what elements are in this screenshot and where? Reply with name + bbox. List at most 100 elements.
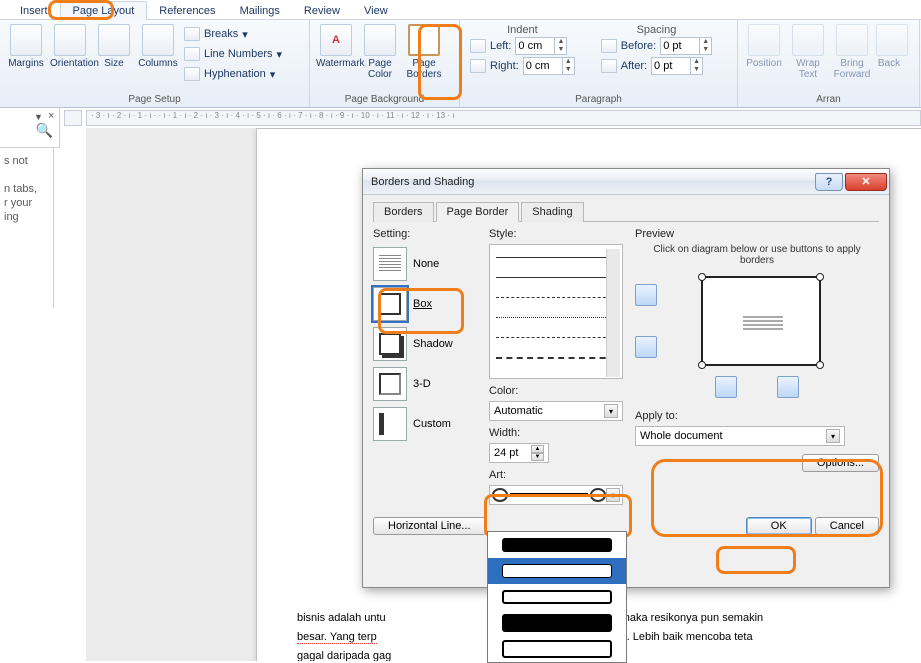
- preview-top-btn[interactable]: [635, 284, 657, 306]
- spacing-label: Spacing: [601, 24, 712, 36]
- send-back-button[interactable]: Back: [874, 22, 904, 69]
- close-nav-icon[interactable]: ×: [48, 110, 54, 122]
- indent-right-icon: [470, 59, 486, 73]
- watermark-icon: A: [320, 24, 352, 56]
- indent-left-input[interactable]: ▲▼: [515, 37, 567, 55]
- preview-diagram[interactable]: [701, 276, 821, 366]
- breaks-button[interactable]: Breaks ▾: [184, 24, 248, 44]
- color-dropdown[interactable]: Automatic▾: [489, 401, 623, 421]
- options-button[interactable]: Options...: [802, 454, 879, 472]
- size-button[interactable]: Size: [92, 22, 136, 69]
- dialog-help-button[interactable]: ?: [815, 173, 843, 191]
- right-label: Right:: [490, 60, 519, 72]
- ruler-corner: [64, 110, 82, 126]
- style-label: Style:: [489, 228, 629, 240]
- wrap-text-icon: [792, 24, 824, 56]
- orientation-icon: [54, 24, 86, 56]
- hyphenation-icon: [184, 67, 200, 81]
- dlg-tab-borders[interactable]: Borders: [373, 202, 434, 222]
- page-color-button[interactable]: Page Color: [358, 22, 402, 80]
- group-title-paragraph: Paragraph: [464, 94, 733, 107]
- columns-icon: [142, 24, 174, 56]
- art-dropdown-list[interactable]: [487, 531, 627, 663]
- setting-label: Setting:: [373, 228, 483, 240]
- hyphenation-button[interactable]: Hyphenation ▾: [184, 64, 275, 84]
- position-icon: [748, 24, 780, 56]
- line-numbers-button[interactable]: Line Numbers ▾: [184, 44, 282, 64]
- send-back-icon: [876, 24, 908, 56]
- margins-icon: [10, 24, 42, 56]
- setting-shadow[interactable]: Shadow: [373, 324, 483, 364]
- width-label: Width:: [489, 427, 629, 439]
- width-spinner[interactable]: 24 pt▲▼: [489, 443, 549, 463]
- apply-to-label: Apply to:: [635, 410, 879, 422]
- orientation-button[interactable]: Orientation: [48, 22, 92, 69]
- borders-shading-dialog: Borders and Shading ? ✕ Borders Page Bor…: [362, 168, 890, 588]
- setting-none[interactable]: None: [373, 244, 483, 284]
- page-borders-icon: [408, 24, 440, 56]
- margins-button[interactable]: Margins: [4, 22, 48, 69]
- spacing-before-input[interactable]: ▲▼: [660, 37, 712, 55]
- watermark-button[interactable]: AWatermark: [314, 22, 358, 69]
- dlg-tab-page-border[interactable]: Page Border: [436, 202, 520, 222]
- tab-mailings[interactable]: Mailings: [228, 2, 292, 19]
- before-label: Before:: [621, 40, 656, 52]
- left-label: Left:: [490, 40, 511, 52]
- color-label: Color:: [489, 385, 629, 397]
- line-numbers-icon: [184, 47, 200, 61]
- page-color-icon: [364, 24, 396, 56]
- preview-hint: Click on diagram below or use buttons to…: [645, 244, 869, 266]
- ribbon-tabs: Insert Page Layout References Mailings R…: [0, 0, 921, 20]
- style-listbox[interactable]: [489, 244, 623, 379]
- spacing-before-icon: [601, 39, 617, 53]
- horizontal-line-button[interactable]: Horizontal Line...: [373, 517, 486, 535]
- nav-pane-text: s not n tabs, r your ing: [0, 148, 54, 308]
- dialog-titlebar[interactable]: Borders and Shading ? ✕: [363, 169, 889, 195]
- tab-view[interactable]: View: [352, 2, 400, 19]
- group-title-page-setup: Page Setup: [4, 94, 305, 107]
- dialog-tabs: Borders Page Border Shading: [373, 201, 879, 222]
- wrap-text-button[interactable]: Wrap Text: [786, 22, 830, 80]
- breaks-icon: [184, 27, 200, 41]
- indent-label: Indent: [470, 24, 575, 36]
- page-borders-button[interactable]: Page Borders: [402, 22, 446, 80]
- ok-button[interactable]: OK: [746, 517, 812, 535]
- preview-left-btn[interactable]: [715, 376, 737, 398]
- tab-page-layout[interactable]: Page Layout: [60, 1, 148, 20]
- setting-custom[interactable]: Custom: [373, 404, 483, 444]
- after-label: After:: [621, 60, 647, 72]
- spacing-after-icon: [601, 59, 617, 73]
- tab-review[interactable]: Review: [292, 2, 352, 19]
- preview-right-btn[interactable]: [777, 376, 799, 398]
- dialog-title: Borders and Shading: [371, 176, 474, 188]
- cancel-button[interactable]: Cancel: [815, 517, 879, 535]
- size-icon: [98, 24, 130, 56]
- group-title-arrange: Arran: [742, 94, 915, 107]
- art-left-icon: [492, 488, 508, 502]
- spacing-after-input[interactable]: ▲▼: [651, 57, 703, 75]
- art-right-icon: [590, 488, 606, 502]
- columns-button[interactable]: Columns: [136, 22, 180, 69]
- indent-left-icon: [470, 39, 486, 53]
- bring-forward-icon: [836, 24, 868, 56]
- search-icon[interactable]: 🔍: [36, 122, 53, 139]
- nav-pane-header: ▼ × 🔍: [0, 108, 60, 148]
- art-label: Art:: [489, 469, 629, 481]
- dialog-close-button[interactable]: ✕: [845, 173, 887, 191]
- indent-right-input[interactable]: ▲▼: [523, 57, 575, 75]
- position-button[interactable]: Position: [742, 22, 786, 69]
- apply-to-dropdown[interactable]: Whole document▾: [635, 426, 845, 446]
- tab-insert[interactable]: Insert: [8, 2, 60, 19]
- art-dropdown[interactable]: ▾: [489, 485, 623, 505]
- setting-3d[interactable]: 3-D: [373, 364, 483, 404]
- preview-label: Preview: [635, 228, 879, 240]
- horizontal-ruler: · 3 · ı · 2 · ı · 1 · ı · · ı · 1 · ı · …: [86, 110, 921, 126]
- tab-references[interactable]: References: [147, 2, 227, 19]
- preview-bottom-btn[interactable]: [635, 336, 657, 358]
- bring-forward-button[interactable]: Bring Forward: [830, 22, 874, 80]
- style-scrollbar[interactable]: [606, 249, 620, 377]
- setting-box[interactable]: Box: [373, 284, 483, 324]
- ribbon: Margins Orientation Size Columns Breaks …: [0, 20, 921, 108]
- dlg-tab-shading[interactable]: Shading: [521, 202, 583, 222]
- group-title-page-background: Page Background: [314, 94, 455, 107]
